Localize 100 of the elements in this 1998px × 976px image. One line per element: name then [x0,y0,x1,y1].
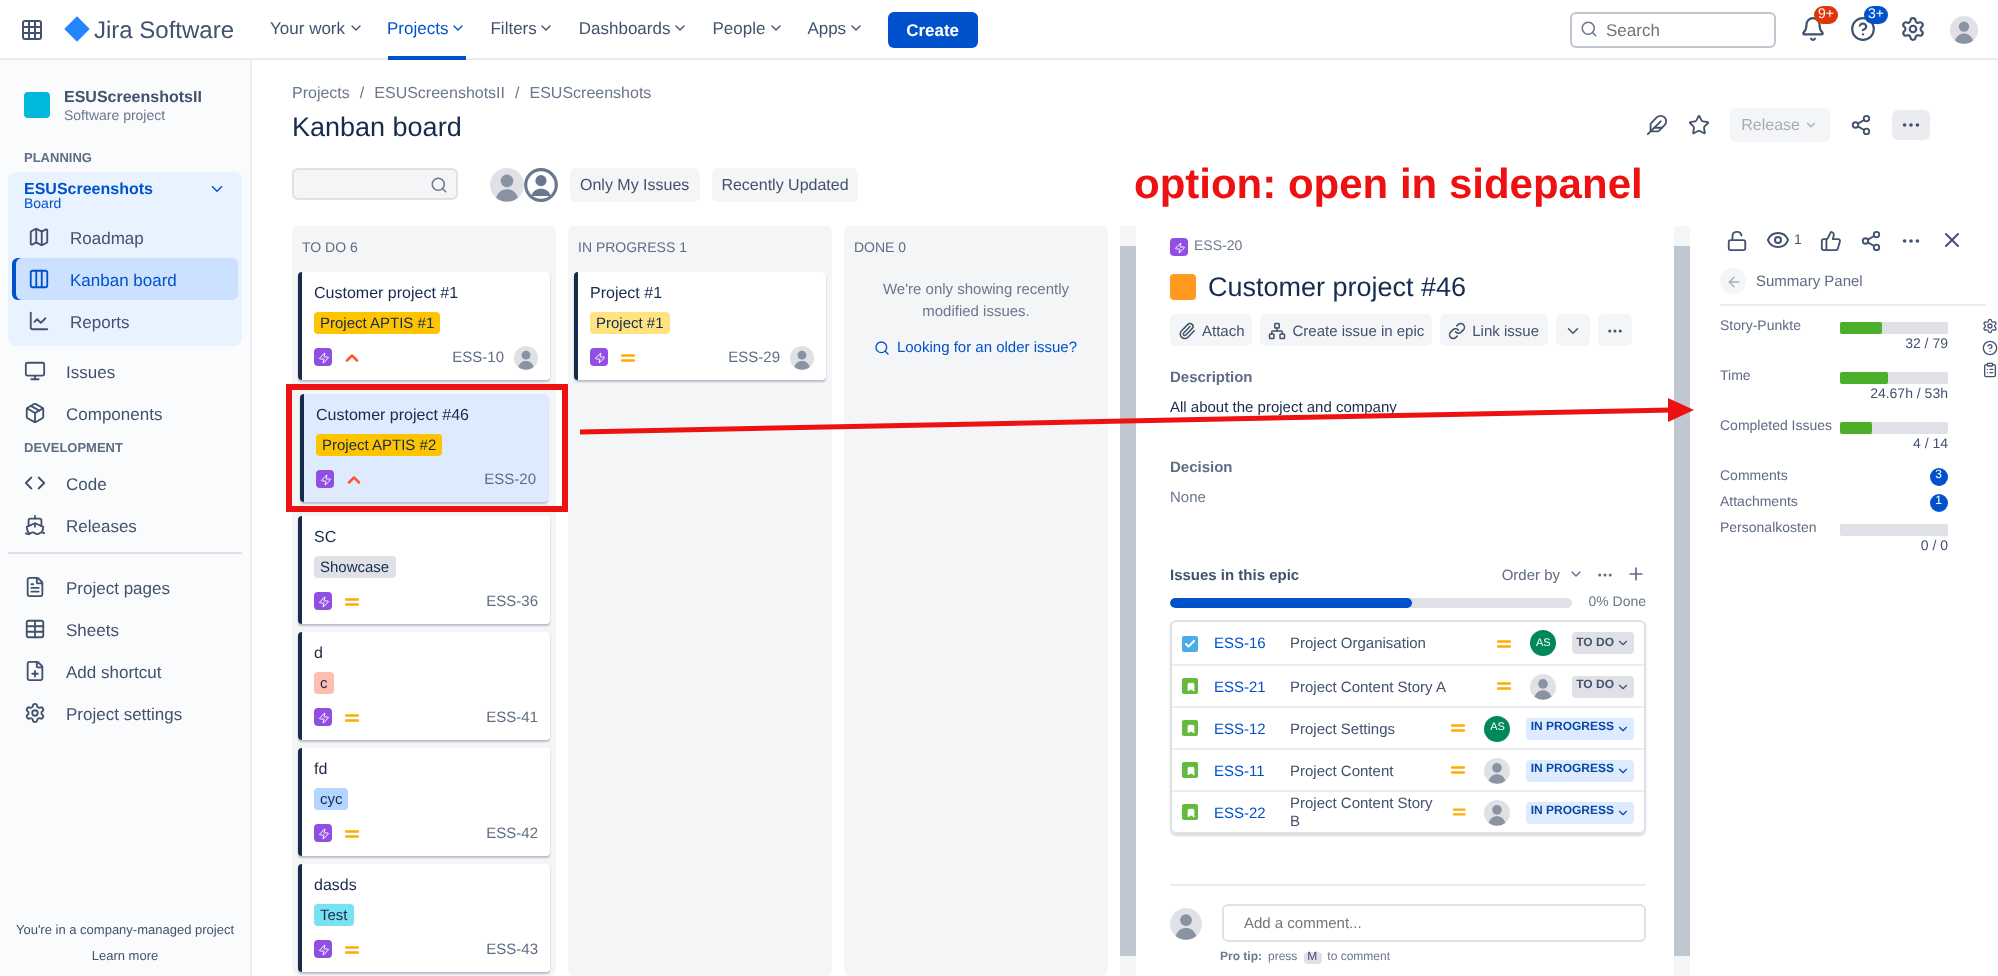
sidebar-item[interactable]: Project settings [8,692,242,734]
sidebar-item[interactable]: Code [8,462,242,504]
avatar [1484,757,1511,783]
breadcrumb-separator: / [359,84,365,102]
sidebar-item[interactable]: Sheets [8,608,242,650]
close-icon[interactable] [1939,228,1964,252]
settings-icon [24,702,46,724]
chevron-icon[interactable] [208,180,226,198]
avatar [1484,799,1511,825]
story-icon [1182,804,1198,820]
chart-icon [28,310,50,332]
epic-icon [314,592,332,610]
paperclip-icon [1178,321,1196,339]
card-title: Customer project #1 [314,284,461,302]
user-icon[interactable] [524,167,558,201]
table-icon [24,618,46,640]
settings-icon[interactable] [1982,318,1998,334]
board-search-field[interactable] [292,168,458,200]
share-icon[interactable] [1850,114,1872,136]
more-button[interactable] [1892,110,1930,140]
breadcrumb-separator: / [515,84,520,102]
chevron-icon [1804,118,1818,132]
roadmap-icon [28,226,50,248]
page-icon [24,576,46,598]
search-icon [874,339,891,355]
page-title: Kanban board [292,112,464,142]
link-icon [1448,321,1467,339]
breadcrumb-link[interactable]: ESUScreenshots [529,84,652,102]
project-icon [24,92,50,118]
card-title: fd [314,760,330,778]
board-name[interactable]: ESUScreenshots [24,180,153,198]
sidebar-item[interactable]: Add shortcut [8,650,242,692]
epic-color-icon [1170,274,1196,300]
app-switcher-icon[interactable] [20,17,44,41]
epic-icon [314,940,332,958]
chevron-icon [1616,636,1630,650]
thumbs-up-icon[interactable] [1819,229,1842,251]
clipboard-icon[interactable] [1982,362,1998,378]
chevron-icon [1616,763,1630,777]
sidebar-item[interactable]: Issues [8,350,242,392]
breadcrumb-link[interactable]: ESUScreenshotsII [374,84,506,102]
lock-icon[interactable] [1726,229,1748,251]
code-icon [24,472,46,494]
story-icon [1182,678,1198,694]
nav-item[interactable]: Projects [387,0,467,59]
share-icon[interactable] [1859,229,1882,251]
avatar [790,345,814,369]
ship-icon [24,514,46,536]
avatar [514,345,538,369]
project-name: ESUScreenshotsII [64,88,202,106]
story-icon [1182,720,1198,736]
product-logo[interactable]: Jira Software [68,15,235,43]
card-title: SC [314,528,339,546]
sidebar-item[interactable]: Kanban board [12,258,238,300]
annotation-text: option: open in sidepanel [1134,162,1643,210]
sidebar-item[interactable]: Reports [12,300,238,342]
epic-icon [314,708,332,726]
chevron-icon [1616,721,1630,735]
story-icon [1182,762,1198,778]
nav-item[interactable]: Your work [270,0,364,59]
sidebar-item[interactable]: Roadmap [12,216,238,258]
chevron-icon [1616,805,1630,819]
notifications-icon[interactable] [1800,16,1826,42]
sidebar-item[interactable]: Components [8,392,242,434]
sidebar-item[interactable]: Releases [8,504,242,546]
search-field[interactable]: Search [1570,11,1776,47]
card-title: Project #1 [590,284,665,302]
help-icon[interactable] [1850,16,1876,42]
arrow-left-icon [1725,273,1741,289]
epic-icon [316,470,334,488]
star-icon[interactable] [1687,114,1710,136]
avatar [1170,907,1202,939]
filter-button[interactable]: Only My Issues [570,167,700,201]
search-icon [1580,19,1598,37]
avatar [490,167,524,201]
epic-icon [1170,238,1188,256]
nav-item[interactable]: Filters [490,0,555,59]
epic-icon [314,824,332,842]
issue-title: Customer project #46 [1208,272,1467,302]
nav-item[interactable]: Apps [807,0,865,59]
avatar [1950,15,1978,43]
nav-item[interactable]: People [712,0,784,59]
priority-medium-icon [1494,676,1515,696]
search-icon [430,175,448,193]
add-page-icon [24,660,46,682]
task-icon [1182,635,1198,651]
box-icon [24,402,46,424]
chevron-icon [1568,566,1584,582]
sidebar-item[interactable]: Project pages [8,566,242,608]
help-icon[interactable] [1982,340,1998,356]
settings-icon[interactable] [1900,16,1926,42]
nav-item[interactable]: Dashboards [578,0,689,59]
add-icon[interactable] [1626,564,1646,584]
feather-icon[interactable] [1645,114,1668,136]
filter-button[interactable]: Recently Updated [711,167,859,201]
breadcrumb-link[interactable]: Projects [292,84,350,102]
avatar [1530,673,1557,699]
hierarchy-icon [1268,321,1287,339]
create-button[interactable]: Create [888,11,978,47]
card-title: d [314,644,325,662]
